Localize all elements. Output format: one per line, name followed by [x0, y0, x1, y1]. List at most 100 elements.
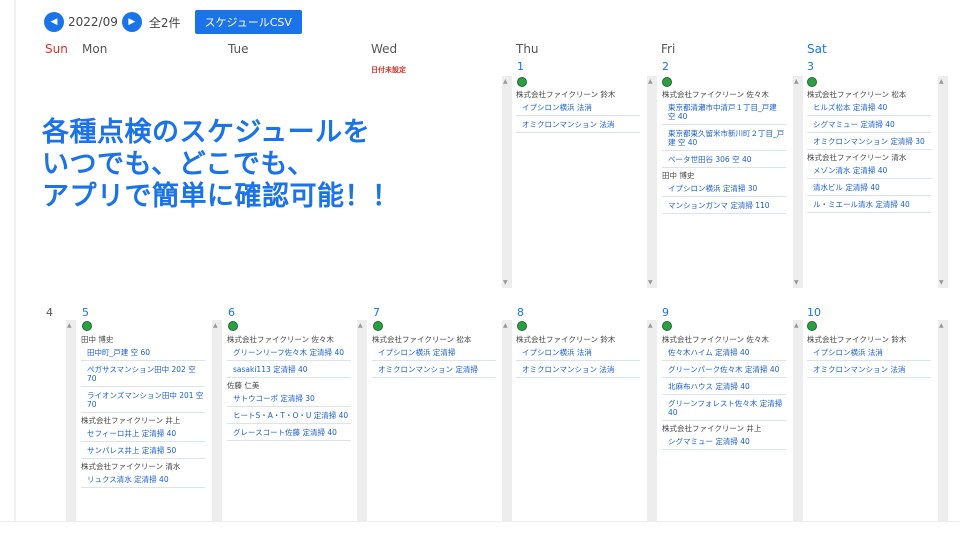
- company-name: 株式会社ファイクリーン 井上: [662, 424, 762, 433]
- schedule-item[interactable]: 清水ビル 定清掃 40: [807, 182, 931, 196]
- schedule-item[interactable]: グレースコート佐藤 定清掃 40: [227, 427, 351, 441]
- day-number[interactable]: 8: [517, 306, 524, 319]
- weekday-fri: Fri: [661, 42, 676, 56]
- status-dot-icon: [373, 321, 383, 331]
- schedule-item[interactable]: 佐々木ハイム 定清掃 40: [662, 347, 786, 361]
- scrollbar[interactable]: ▲: [357, 320, 367, 521]
- schedule-item[interactable]: ベータ世田谷 306 空 40: [662, 154, 786, 168]
- company-name: 株式会社ファイクリーン 清水: [81, 462, 181, 471]
- schedule-item[interactable]: シグマミュー 定清掃 40: [807, 119, 931, 133]
- promo-line: 各種点検のスケジュールを: [42, 117, 371, 148]
- day-number[interactable]: 7: [373, 306, 380, 319]
- schedule-item[interactable]: グリーンリーフ佐々木 定清掃 40: [227, 347, 351, 361]
- company-name: 田中 博史: [81, 335, 114, 344]
- schedule-item[interactable]: マンションガンマ 定清掃 110: [662, 200, 786, 214]
- schedule-item[interactable]: 東京都東久留米市新川町２丁目_戸建 空 40: [662, 128, 786, 151]
- weekday-wed: Wed: [371, 42, 398, 56]
- day-number[interactable]: 4: [46, 306, 53, 319]
- day-schedule-list: 株式会社ファイクリーン 鈴木 イプシロン横浜 法消 オミクロンマンション 法消: [807, 333, 931, 381]
- scrollbar[interactable]: ▲ ▼: [502, 76, 512, 288]
- schedule-item[interactable]: ヒルズ松本 定清掃 40: [807, 102, 931, 116]
- next-month-button[interactable]: ▶: [121, 12, 142, 32]
- status-dot-icon: [662, 77, 672, 87]
- scrollbar[interactable]: ▲ ▼: [793, 76, 803, 288]
- scrollbar[interactable]: ▲: [938, 320, 948, 521]
- promo-line: いつでも、どこでも、: [42, 149, 315, 180]
- company-name: 株式会社ファイクリーン 鈴木: [807, 335, 907, 344]
- schedule-item[interactable]: オミクロンマンション 定清掃: [372, 364, 496, 378]
- status-dot-icon: [807, 321, 817, 331]
- schedule-item[interactable]: イプシロン横浜 法消: [807, 347, 931, 361]
- bottom-band: [0, 521, 960, 541]
- scrollbar[interactable]: ▲: [66, 320, 76, 521]
- day-schedule-list: 株式会社ファイクリーン 佐々木 佐々木ハイム 定清掃 40 グリーンパーク佐々木…: [662, 333, 786, 453]
- schedule-item[interactable]: イプシロン横浜 法消: [516, 347, 640, 361]
- scrollbar[interactable]: ▲: [793, 320, 803, 521]
- schedule-item[interactable]: セフィーロ井上 定清掃 40: [81, 428, 205, 442]
- status-dot-icon: [228, 321, 238, 331]
- weekday-mon: Mon: [82, 42, 108, 56]
- day-number[interactable]: 9: [662, 306, 669, 319]
- chevron-right-icon: ▶: [128, 17, 136, 27]
- company-name: 株式会社ファイクリーン 井上: [81, 416, 181, 425]
- promo-headline: 各種点検のスケジュールを いつでも、どこでも、 アプリで簡単に確認可能！！: [42, 117, 400, 213]
- day-schedule-list: 株式会社ファイクリーン 鈴木 イプシロン横浜 法消 オミクロンマンション 法消: [516, 333, 640, 381]
- schedule-item[interactable]: リュクス清水 定清掃 40: [81, 474, 205, 488]
- day-schedule-list: 株式会社ファイクリーン 松本 ヒルズ松本 定清掃 40 シグマミュー 定清掃 4…: [807, 88, 931, 216]
- company-name: 佐藤 仁美: [227, 381, 260, 390]
- day-number[interactable]: 5: [82, 306, 89, 319]
- schedule-item[interactable]: オミクロンマンション 定清掃 30: [807, 136, 931, 150]
- schedule-item[interactable]: 田中町_戸建 空 60: [81, 347, 205, 361]
- schedule-item[interactable]: オミクロンマンション 法消: [516, 364, 640, 378]
- schedule-item[interactable]: オミクロンマンション 法消: [516, 119, 640, 133]
- scrollbar[interactable]: ▲: [647, 320, 657, 521]
- day-number[interactable]: 2: [662, 60, 669, 73]
- company-name: 株式会社ファイクリーン 佐々木: [662, 335, 769, 344]
- schedule-item[interactable]: サンパレス井上 定清掃 50: [81, 445, 205, 459]
- day-number[interactable]: 10: [807, 306, 821, 319]
- status-dot-icon: [517, 77, 527, 87]
- chevron-left-icon: ◀: [50, 17, 58, 27]
- promo-line: アプリで簡単に確認可能！！: [42, 181, 400, 212]
- weekday-sun: Sun: [45, 42, 68, 56]
- day-schedule-list: 田中 博史 田中町_戸建 空 60 ペガサスマンション田中 202 空 70 ラ…: [81, 333, 205, 491]
- schedule-item[interactable]: メゾン清水 定清掃 40: [807, 165, 931, 179]
- status-dot-icon: [662, 321, 672, 331]
- day-schedule-list: 株式会社ファイクリーン 鈴木 イプシロン横浜 法消 オミクロンマンション 法消: [516, 88, 640, 136]
- scrollbar[interactable]: ▲ ▼: [938, 76, 948, 288]
- schedule-item[interactable]: sasaki113 定清掃 40: [227, 364, 351, 378]
- schedule-item[interactable]: オミクロンマンション 法消: [807, 364, 931, 378]
- schedule-item[interactable]: ライオンズマンション田中 201 空 70: [81, 390, 205, 413]
- schedule-item[interactable]: イプシロン横浜 法消: [516, 102, 640, 116]
- schedule-item[interactable]: サトウコーポ 定清掃 30: [227, 393, 351, 407]
- scrollbar[interactable]: ▲ ▼: [647, 76, 657, 288]
- weekday-thu: Thu: [516, 42, 539, 56]
- prev-month-button[interactable]: ◀: [44, 12, 64, 32]
- schedule-item[interactable]: 北麻布ハウス 定清掃 40: [662, 381, 786, 395]
- result-count: 全2件: [148, 15, 181, 30]
- status-dot-icon: [807, 77, 817, 87]
- schedule-item[interactable]: グリーンパーク佐々木 定清掃 40: [662, 364, 786, 378]
- scrollbar[interactable]: ▲: [502, 320, 512, 521]
- company-name: 株式会社ファイクリーン 佐々木: [662, 90, 769, 99]
- schedule-item[interactable]: イプシロン横浜 定清掃 30: [662, 183, 786, 197]
- day-number[interactable]: 6: [228, 306, 235, 319]
- schedule-item[interactable]: ヒートS・A・T・O・U 定清掃 40: [227, 410, 351, 424]
- schedule-item[interactable]: ル・ミエール清水 定清掃 40: [807, 199, 931, 213]
- schedule-csv-button[interactable]: スケジュールCSV: [194, 10, 302, 34]
- schedule-item[interactable]: グリーンフォレスト佐々木 定清掃 40: [662, 398, 786, 421]
- company-name: 株式会社ファイクリーン 鈴木: [516, 335, 616, 344]
- month-label: 2022/09: [68, 15, 118, 29]
- company-name: 田中 博史: [662, 171, 695, 180]
- scrollbar[interactable]: ▲: [212, 320, 222, 521]
- schedule-item[interactable]: シグマミュー 定清掃 40: [662, 436, 786, 450]
- day-number[interactable]: 3: [807, 60, 814, 73]
- schedule-item[interactable]: ペガサスマンション田中 202 空 70: [81, 364, 205, 387]
- company-name: 株式会社ファイクリーン 鈴木: [516, 90, 616, 99]
- schedule-item[interactable]: 東京都清瀬市中清戸１丁目_戸建 空 40: [662, 102, 786, 125]
- day-number[interactable]: 1: [517, 60, 524, 73]
- schedule-item[interactable]: イプシロン横浜 定清掃: [372, 347, 496, 361]
- day-schedule-list: 株式会社ファイクリーン 佐々木 グリーンリーフ佐々木 定清掃 40 sasaki…: [227, 333, 351, 444]
- no-date-label: 日付未設定: [371, 66, 406, 74]
- weekday-sat: Sat: [807, 42, 827, 56]
